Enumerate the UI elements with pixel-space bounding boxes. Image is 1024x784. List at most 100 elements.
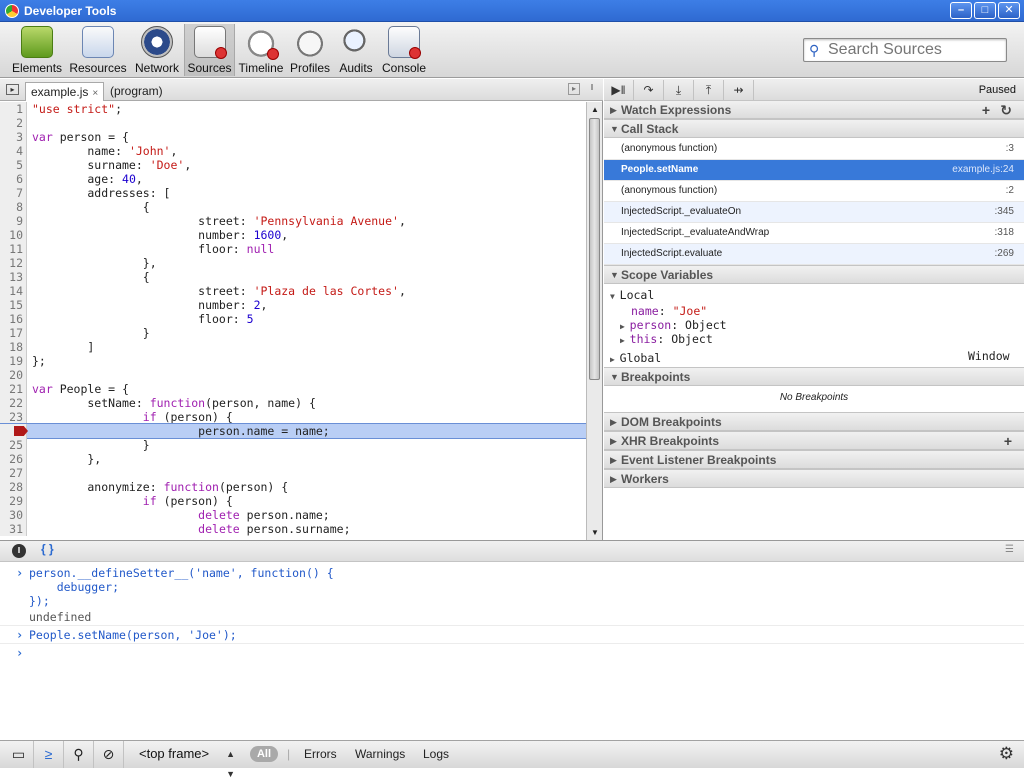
code-line[interactable]: 23 if (person) { [0,410,586,424]
line-number[interactable]: 26 [0,452,27,466]
drawer-resize-grip-icon[interactable]: ☰ [1005,544,1014,555]
code-line[interactable]: 28 anonymize: function(person) { [0,480,586,494]
call-frame-location[interactable]: :2 [1006,181,1014,201]
line-number[interactable]: 5 [0,158,27,172]
scroll-up-icon[interactable]: ▲ [589,103,601,116]
filter-warnings[interactable]: Warnings [355,741,405,767]
add-watch-icon[interactable]: + [982,101,990,119]
line-number[interactable]: 9 [0,214,27,228]
line-number[interactable]: 17 [0,326,27,340]
scrollbar-thumb[interactable] [589,118,600,380]
line-number[interactable]: 22 [0,396,27,410]
search-sources-box[interactable]: ⚲ [803,38,1007,62]
section-watch-expressions[interactable]: ▶ Watch Expressions + ↻ [604,100,1024,119]
line-number[interactable]: 31 [0,522,27,536]
tab-timeline[interactable]: Timeline [237,24,285,76]
call-frame[interactable]: InjectedScript._evaluateOn:345 [604,202,1024,223]
filter-all[interactable]: All [250,746,278,762]
call-frame-location[interactable]: example.js:24 [952,160,1014,180]
line-number[interactable]: 14 [0,284,27,298]
code-line[interactable]: 1 "use strict"; [0,102,586,116]
file-tab-program[interactable]: (program) [105,82,168,101]
call-frame-location[interactable]: :269 [995,244,1014,264]
line-number[interactable]: 27 [0,466,27,480]
step-out-button[interactable]: ⤒ [694,80,724,100]
toggle-navigator-icon[interactable]: ▸ [6,84,19,95]
line-number[interactable]: 2 [0,116,27,130]
console-prompt-icon[interactable]: › [16,646,23,660]
line-number[interactable]: 13 [0,270,27,284]
resume-button[interactable]: ▶‖ [604,80,634,100]
line-number[interactable]: 21 [0,382,27,396]
scope-var-name[interactable]: name: "Joe" [631,304,707,318]
line-number[interactable]: 15 [0,298,27,312]
code-line[interactable]: 21 var People = { [0,382,586,396]
line-number[interactable]: 12 [0,256,27,270]
section-call-stack[interactable]: ▼ Call Stack [604,119,1024,138]
tab-elements[interactable]: Elements [12,24,62,76]
code-line[interactable]: 27 [0,466,586,480]
line-number[interactable]: 10 [0,228,27,242]
search-input[interactable] [828,41,1004,59]
code-line[interactable]: 10 number: 1600, [0,228,586,242]
pause-on-exceptions-icon[interactable]: ‖ [12,544,26,558]
line-number[interactable]: 16 [0,312,27,326]
tab-profiles[interactable]: Profiles [288,24,332,76]
line-number[interactable]: 30 [0,508,27,522]
call-frame[interactable]: (anonymous function):2 [604,181,1024,202]
code-line[interactable]: 4 name: 'John', [0,144,586,158]
call-frame[interactable]: InjectedScript.evaluate:269 [604,244,1024,265]
tab-console[interactable]: Console [381,24,427,76]
clear-console-icon[interactable]: ⊘ [94,741,124,768]
line-number[interactable]: 1 [0,102,27,116]
line-number[interactable]: 8 [0,200,27,214]
tab-network[interactable]: Network [132,24,182,76]
code-line[interactable]: 19}; [0,354,586,368]
scope-var-person[interactable]: ▶ person: Object [620,318,727,332]
code-line[interactable]: 26 }, [0,452,586,466]
step-into-button[interactable]: ⤓ [664,80,694,100]
tab-audits[interactable]: Audits [336,24,376,76]
line-number[interactable]: 29 [0,494,27,508]
section-breakpoints[interactable]: ▼ Breakpoints [604,367,1024,386]
filter-errors[interactable]: Errors [304,741,337,767]
line-number[interactable]: 6 [0,172,27,186]
toggle-debugger-icon[interactable]: ▸ [568,83,580,95]
frame-selector[interactable]: <top frame> ▲ ▼ [131,744,241,779]
pretty-print-button[interactable]: { } [41,542,54,556]
line-number[interactable]: 19 [0,354,27,368]
code-line[interactable]: 2 [0,116,586,130]
code-line[interactable]: 9 street: 'Pennsylvania Avenue', [0,214,586,228]
console-output[interactable]: › person.__defineSetter__('name', functi… [0,562,1024,740]
section-xhr-breakpoints[interactable]: ▶ XHR Breakpoints + [604,431,1024,450]
line-number[interactable]: 7 [0,186,27,200]
line-number[interactable]: 28 [0,480,27,494]
editor-scrollbar[interactable]: ▲ ▼ [586,102,602,540]
line-number[interactable]: 20 [0,368,27,382]
code-line[interactable]: 29 if (person) { [0,494,586,508]
call-frame-location[interactable]: :318 [995,223,1014,243]
line-number[interactable]: 23 [0,410,27,424]
scope-local[interactable]: ▼ Local [610,288,654,302]
pane-resize-grip-icon[interactable]: ‖ [586,83,598,95]
search-icon[interactable]: ⚲ [64,741,94,768]
scroll-down-icon[interactable]: ▼ [589,526,601,539]
section-scope-variables[interactable]: ▼ Scope Variables [604,265,1024,284]
call-frame-location[interactable]: :345 [995,202,1014,222]
add-xhr-breakpoint-icon[interactable]: + [1004,432,1012,450]
code-line[interactable]: 8 { [0,200,586,214]
code-line[interactable]: 6 age: 40, [0,172,586,186]
line-number[interactable]: 3 [0,130,27,144]
deactivate-breakpoints-button[interactable]: ⇸ [724,80,754,100]
code-line[interactable]: 18 ] [0,340,586,354]
code-line[interactable]: 5 surname: 'Doe', [0,158,586,172]
code-line[interactable]: 25 } [0,438,586,452]
code-line[interactable]: 15 number: 2, [0,298,586,312]
code-line[interactable]: 11 floor: null [0,242,586,256]
code-line[interactable]: 17 } [0,326,586,340]
line-number[interactable]: 4 [0,144,27,158]
gear-icon[interactable]: ⚙ [999,744,1014,764]
code-line[interactable]: 3 var person = { [0,130,586,144]
code-line[interactable]: 31 delete person.surname; [0,522,586,536]
show-console-icon[interactable]: ≥ [34,741,64,768]
